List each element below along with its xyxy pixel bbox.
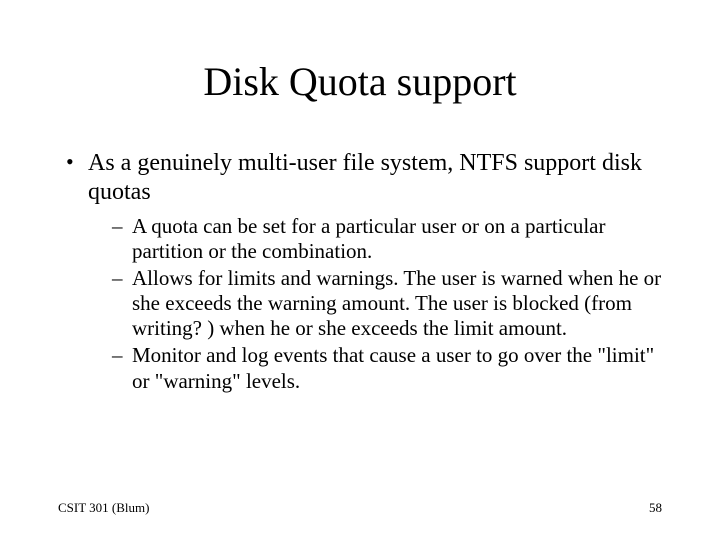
bullet-text: A quota can be set for a particular user… <box>132 214 605 263</box>
list-item: As a genuinely multi-user file system, N… <box>64 149 662 394</box>
bullet-text: Monitor and log events that cause a user… <box>132 343 654 392</box>
bullet-list-level2: A quota can be set for a particular user… <box>88 214 662 394</box>
slide-title: Disk Quota support <box>58 58 662 105</box>
footer-left: CSIT 301 (Blum) <box>58 500 150 516</box>
bullet-text: Allows for limits and warnings. The user… <box>132 266 661 340</box>
slide-container: Disk Quota support As a genuinely multi-… <box>0 0 720 540</box>
footer-page-number: 58 <box>649 500 662 516</box>
list-item: Monitor and log events that cause a user… <box>112 343 662 393</box>
bullet-list-level1: As a genuinely multi-user file system, N… <box>58 149 662 394</box>
slide-footer: CSIT 301 (Blum) 58 <box>58 500 662 516</box>
bullet-text: As a genuinely multi-user file system, N… <box>88 150 642 205</box>
list-item: Allows for limits and warnings. The user… <box>112 266 662 342</box>
list-item: A quota can be set for a particular user… <box>112 214 662 264</box>
